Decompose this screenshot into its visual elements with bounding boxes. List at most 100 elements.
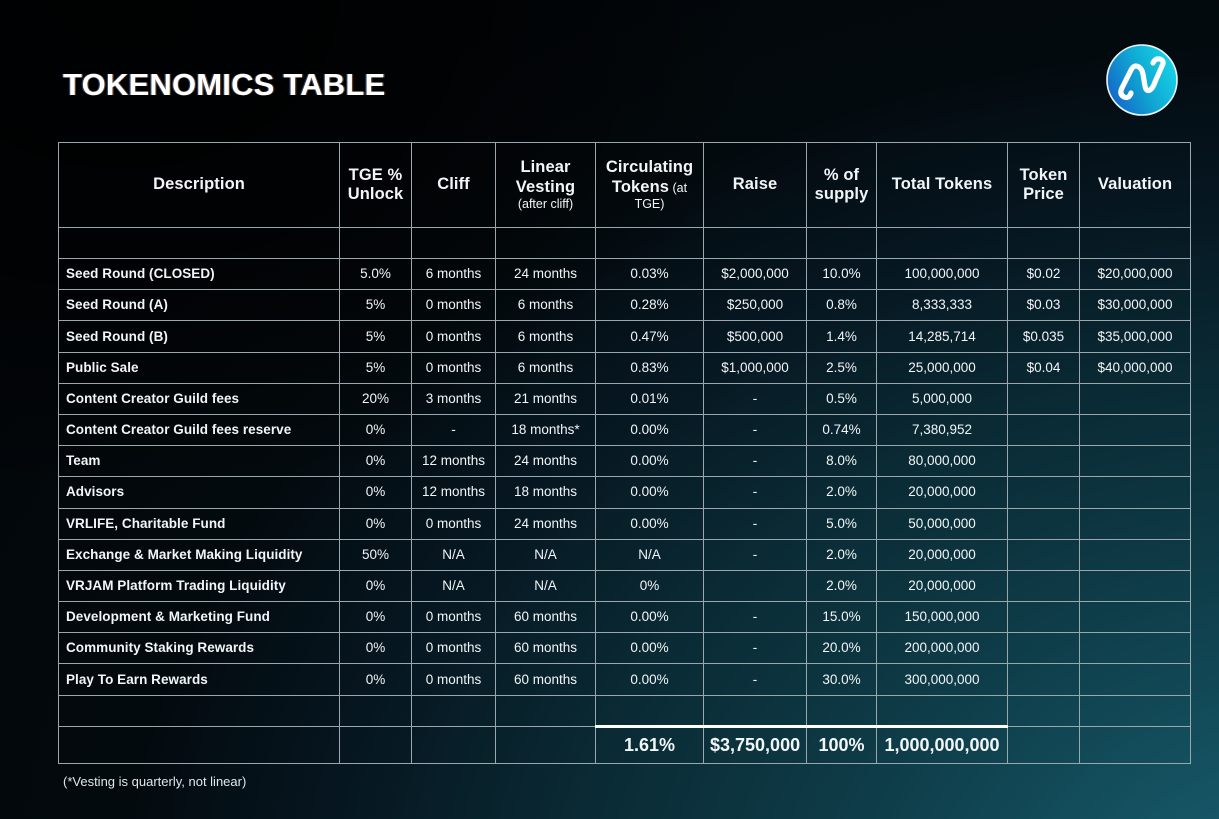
blank-cell-tge_unlock [339,694,412,727]
cell-circulating_tokens: 0.00% [595,507,704,540]
column-header-tge-unlock: TGE % Unlock [339,142,412,228]
cell-token_price [1007,507,1080,540]
spacer-cell-total_tokens [876,227,1008,259]
cell-circulating_tokens: 0.03% [595,257,704,291]
cell-pct_of_supply: 0.74% [806,413,877,447]
header-label-token: Token [1019,165,1068,184]
cell-pct_of_supply: 0.8% [806,289,877,322]
cell-circulating_tokens: 0.00% [595,413,704,447]
cell-valuation [1079,445,1191,478]
header-label-tokens: Tokens [611,177,670,196]
cell-pct_of_supply: 0.5% [806,382,877,415]
cell-token_price [1007,632,1080,665]
cell-tge_unlock: 5% [339,320,412,353]
cell-total_tokens: 20,000,000 [876,569,1008,603]
cell-token_price [1007,538,1080,571]
table-spacer-row [58,227,1191,259]
header-label-price: Price [1023,185,1064,203]
header-label-vesting: Vesting [515,177,576,196]
table-row: VRJAM Platform Trading Liquidity 0% N/A N/A… [58,569,1191,603]
header-label-total-tokens: Total Tokens [891,175,993,194]
cell-cliff: - [411,413,496,447]
cell-description: Exchange & Market Making Liquidity [58,538,340,571]
cell-token_price: $0.04 [1007,351,1080,384]
cell-valuation [1079,413,1191,447]
table-row: Seed Round (B) 5% 0 months 6 months 0.47% $50… [58,320,1191,353]
cell-token_price [1007,382,1080,415]
cell-cliff: 0 months [411,601,496,634]
cell-linear_vesting: N/A [495,538,596,571]
cell-cliff: N/A [411,569,496,603]
spacer-cell-circulating_tokens [595,227,704,259]
table-row: Exchange & Market Making Liquidity 50% N/A… [58,538,1191,571]
cell-circulating_tokens: 0.00% [595,445,704,478]
header-sub-tge: TGE) [634,197,665,212]
cell-tge_unlock: 0% [339,445,412,478]
cell-linear_vesting: 60 months [495,601,596,634]
cell-pct_of_supply: 15.0% [806,601,877,634]
cell-raise: - [703,663,807,696]
table-row: Play To Earn Rewards 0% 0 months 60 months 0… [58,663,1191,696]
cell-total_tokens: 8,333,333 [876,289,1008,322]
cell-total_tokens: 80,000,000 [876,445,1008,478]
spacer-cell-description [58,227,340,259]
table-blank-row [58,694,1191,727]
cell-pct_of_supply: 2.0% [806,476,877,509]
cell-valuation [1079,476,1191,509]
cell-raise: - [703,413,807,447]
cell-raise: $250,000 [703,289,807,322]
cell-tge_unlock: 0% [339,569,412,603]
table-row: Seed Round (CLOSED) 5.0% 6 months 24 months… [58,257,1191,291]
blank-cell-linear_vesting [495,694,596,727]
cell-token_price: $0.035 [1007,320,1080,353]
blank-cell-circulating_tokens [595,694,704,727]
table-row: Development & Marketing Fund 0% 0 months 60… [58,601,1191,634]
cell-circulating_tokens: 0.28% [595,289,704,322]
total-cell-valuation [1079,725,1191,764]
cell-total_tokens: 100,000,000 [876,257,1008,291]
cell-linear_vesting: 6 months [495,320,596,353]
total-cell-linear_vesting [495,725,596,764]
cell-description: Advisors [58,476,340,509]
cell-total_tokens: 20,000,000 [876,476,1008,509]
cell-description: Public Sale [58,351,340,384]
cell-cliff: 6 months [411,257,496,291]
page-title: TOKENOMICS TABLE [63,67,386,102]
cell-linear_vesting: 6 months [495,351,596,384]
cell-valuation [1079,601,1191,634]
footnote-vesting-note: (*Vesting is quarterly, not linear) [63,774,247,789]
cell-tge_unlock: 20% [339,382,412,415]
header-label-raise: Raise [732,175,778,194]
cell-total_tokens: 50,000,000 [876,507,1008,540]
cell-description: Content Creator Guild fees reserve [58,413,340,447]
cell-circulating_tokens: 0.00% [595,476,704,509]
cell-raise: $500,000 [703,320,807,353]
cell-description: Seed Round (CLOSED) [58,257,340,291]
column-header-cliff: Cliff [411,142,496,228]
header-sub-after-cliff: (after cliff) [517,197,574,212]
cell-valuation [1079,569,1191,603]
cell-linear_vesting: 24 months [495,507,596,540]
column-header-pct-of-supply: % of supply [806,142,877,228]
cell-cliff: 0 months [411,507,496,540]
header-label-circulating: Circulating [605,158,694,177]
cell-valuation [1079,632,1191,665]
cell-tge_unlock: 0% [339,632,412,665]
cell-valuation [1079,382,1191,415]
total-cell-token_price [1007,725,1080,764]
table-row: Team 0% 12 months 24 months 0.00% -8.0% 80,000… [58,445,1191,478]
cell-token_price [1007,413,1080,447]
cell-raise: $2,000,000 [703,257,807,291]
cell-total_tokens: 200,000,000 [876,632,1008,665]
blank-cell-total_tokens [876,694,1008,727]
table-row: Content Creator Guild fees 20% 3 months 21 … [58,382,1191,415]
cell-valuation [1079,507,1191,540]
spacer-cell-raise [703,227,807,259]
total-cell-pct_of_supply: 100% [806,724,877,764]
cell-cliff: 0 months [411,663,496,696]
cell-description: Seed Round (B) [58,320,340,353]
cell-circulating_tokens: 0.00% [595,601,704,634]
cell-pct_of_supply: 8.0% [806,445,877,478]
header-sub-at: (at [669,180,688,195]
header-row: Description TGE % Unlock Cliff Linear Ve… [58,142,1191,228]
